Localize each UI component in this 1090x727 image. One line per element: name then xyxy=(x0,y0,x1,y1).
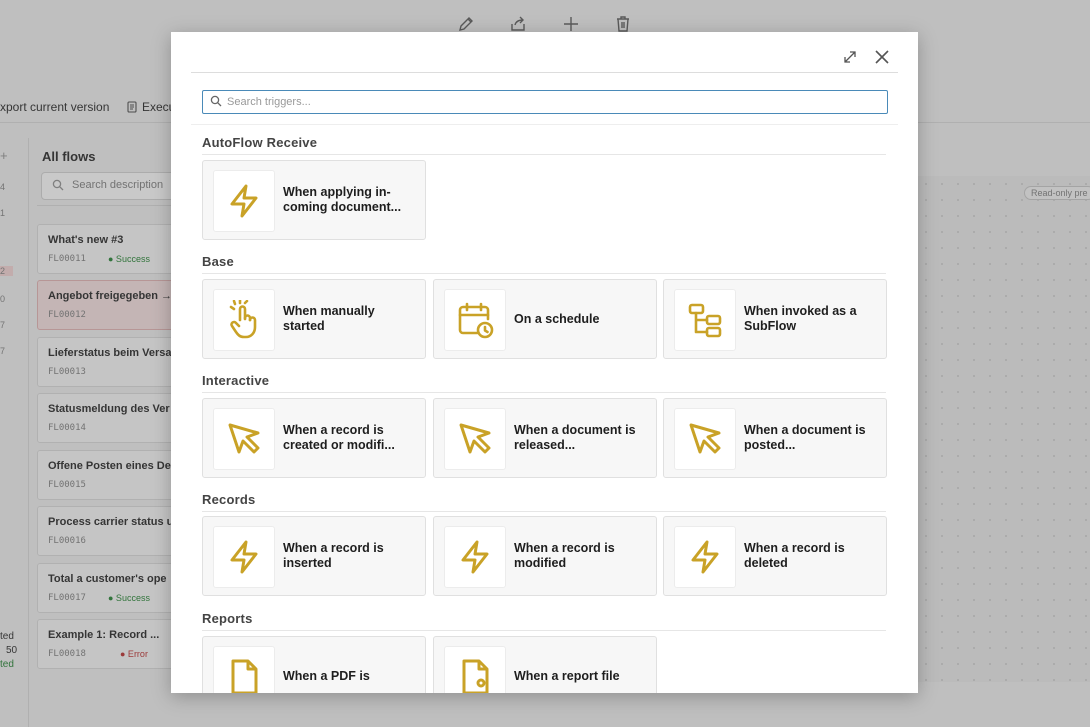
cursor-icon xyxy=(228,423,260,454)
trigger-card[interactable]: When applying in-coming document... xyxy=(202,160,426,240)
section-title-records: Records xyxy=(202,492,256,507)
trigger-card[interactable]: When invoked as a SubFlow xyxy=(663,279,887,359)
divider xyxy=(191,124,898,125)
trigger-label: When a document is posted... xyxy=(744,423,866,452)
trigger-label: When manually started xyxy=(283,304,375,333)
dialog-header xyxy=(191,32,898,73)
expand-icon[interactable] xyxy=(841,48,859,66)
trigger-card[interactable]: When a document is released... xyxy=(433,398,657,478)
trigger-card[interactable]: When a record is created or modifi... xyxy=(202,398,426,478)
section-title-interactive: Interactive xyxy=(202,373,270,388)
divider xyxy=(202,630,886,631)
trigger-search-input[interactable] xyxy=(227,91,867,113)
close-icon[interactable] xyxy=(873,48,891,66)
divider xyxy=(202,273,886,274)
trigger-label: When applying in-coming document... xyxy=(283,185,402,214)
divider xyxy=(202,392,886,393)
document-icon xyxy=(231,659,258,693)
cursor-icon xyxy=(459,423,491,454)
trigger-label: When a document is released... xyxy=(514,423,636,452)
trigger-label: When a record is modified xyxy=(514,541,615,570)
divider xyxy=(202,511,886,512)
search-icon xyxy=(210,95,222,107)
lightning-icon xyxy=(691,540,719,574)
section-title-base: Base xyxy=(202,254,234,269)
lightning-icon xyxy=(461,540,489,574)
divider xyxy=(202,154,886,155)
document-icon xyxy=(462,659,489,693)
trigger-card[interactable]: When a report file xyxy=(433,636,657,693)
trigger-label: When a record is created or modifi... xyxy=(283,423,395,452)
section-title-reports: Reports xyxy=(202,611,253,626)
trigger-label: When invoked as a SubFlow xyxy=(744,304,857,333)
trigger-card[interactable]: When manually started xyxy=(202,279,426,359)
calendar-clock-icon xyxy=(458,302,494,339)
trigger-card[interactable]: On a schedule xyxy=(433,279,657,359)
cursor-icon xyxy=(689,423,721,454)
subflow-icon xyxy=(688,303,722,338)
trigger-label: When a PDF is xyxy=(283,668,370,683)
trigger-card[interactable]: When a record is modified xyxy=(433,516,657,596)
trigger-card[interactable]: When a document is posted... xyxy=(663,398,887,478)
hand-pointer-icon xyxy=(229,300,257,339)
trigger-picker-dialog: AutoFlow Receive When applying in-coming… xyxy=(171,32,918,693)
trigger-label: When a record is deleted xyxy=(744,541,845,570)
lightning-icon xyxy=(230,184,258,218)
trigger-card[interactable]: When a record is inserted xyxy=(202,516,426,596)
trigger-label: When a report file xyxy=(514,668,620,683)
trigger-label: When a record is inserted xyxy=(283,541,384,570)
trigger-label: On a schedule xyxy=(514,311,600,326)
trigger-search-box xyxy=(202,90,888,114)
trigger-card[interactable]: When a record is deleted xyxy=(663,516,887,596)
trigger-card[interactable]: When a PDF is xyxy=(202,636,426,693)
lightning-icon xyxy=(230,540,258,574)
section-title-autoflow-receive: AutoFlow Receive xyxy=(202,135,318,150)
